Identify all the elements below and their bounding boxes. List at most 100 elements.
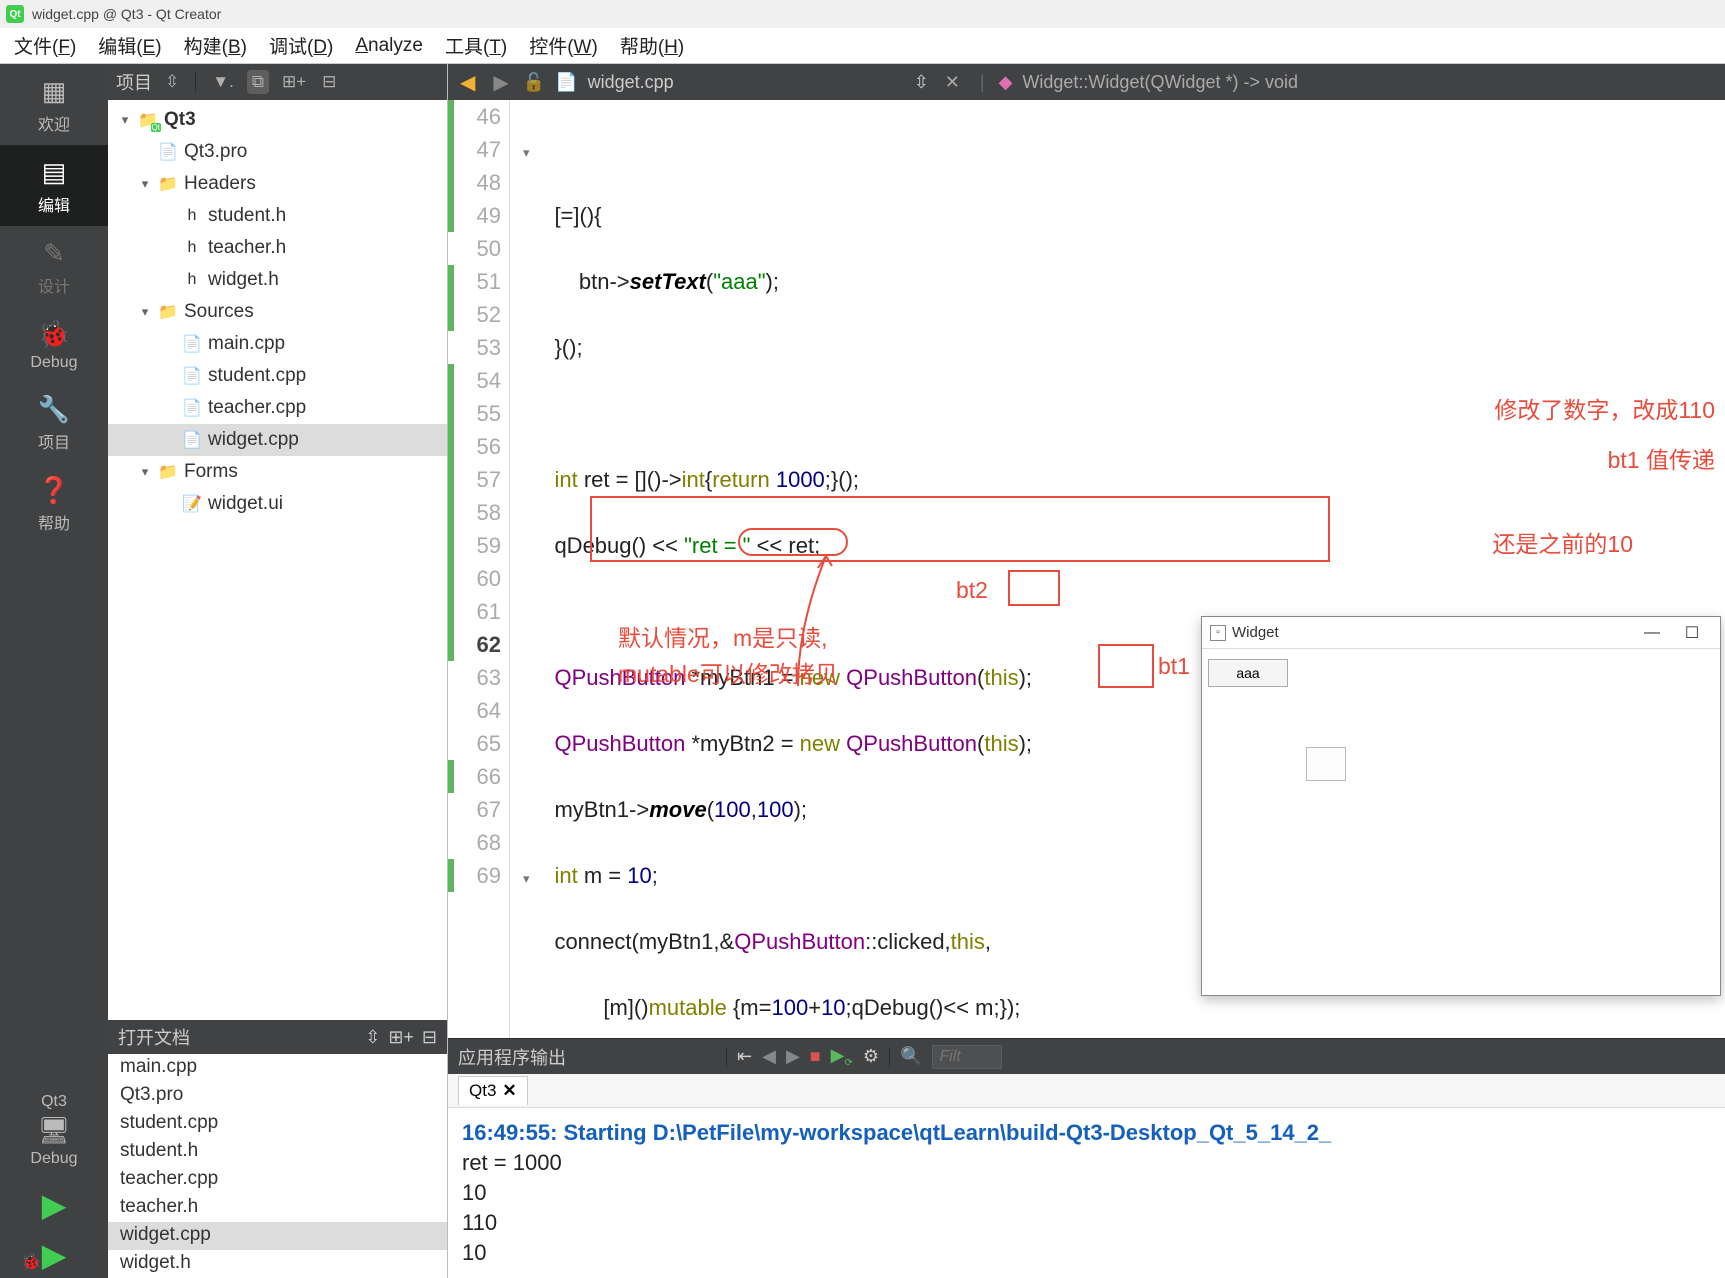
- doc-item-current[interactable]: widget.cpp: [108, 1222, 447, 1250]
- app-window-titlebar[interactable]: ▫ Widget — ☐: [1202, 617, 1720, 649]
- menu-debug[interactable]: 调试(D): [269, 32, 333, 59]
- close-icon[interactable]: ✕: [939, 72, 966, 93]
- cpp-file-icon: 📄: [182, 366, 202, 386]
- wrench-icon: 🔧: [0, 394, 108, 425]
- tree-file[interactable]: ·📄teacher.cpp: [108, 392, 447, 424]
- edit-icon: ▤: [0, 157, 108, 188]
- output-title: 应用程序输出: [458, 1044, 566, 1070]
- h-file-icon: h: [182, 271, 202, 289]
- tree-file[interactable]: ·📄main.cpp: [108, 328, 447, 360]
- next-icon[interactable]: ▶: [786, 1046, 800, 1067]
- tree-headers[interactable]: ▾📁Headers: [108, 168, 447, 200]
- menu-widgets[interactable]: 控件(W): [529, 32, 598, 59]
- nav-forward-icon[interactable]: ▶: [489, 70, 512, 95]
- menu-help[interactable]: 帮助(H): [620, 32, 684, 59]
- mode-welcome[interactable]: ▦欢迎: [0, 64, 108, 145]
- tree-sources[interactable]: ▾📁Sources: [108, 296, 447, 328]
- doc-item[interactable]: main.cpp: [108, 1054, 447, 1082]
- menu-edit[interactable]: 编辑(E): [98, 32, 161, 59]
- output-line: 10: [462, 1238, 1711, 1268]
- question-icon: ❓: [0, 475, 108, 506]
- maximize-icon[interactable]: ☐: [1672, 623, 1712, 643]
- menu-analyze[interactable]: Analyze: [355, 35, 423, 57]
- doc-item[interactable]: student.h: [108, 1138, 447, 1166]
- mode-help[interactable]: ❓帮助: [0, 463, 108, 544]
- dropdown-icon[interactable]: ⇳: [365, 1027, 380, 1048]
- mode-projects[interactable]: 🔧项目: [0, 382, 108, 463]
- rerun-icon[interactable]: ▶⟳: [831, 1045, 853, 1069]
- close-pane-icon[interactable]: ⊟: [422, 1027, 437, 1048]
- cpp-file-icon: 📄: [182, 430, 202, 450]
- filter-icon[interactable]: ▼.: [209, 72, 237, 92]
- editor-filename[interactable]: widget.cpp: [588, 72, 674, 93]
- tree-file[interactable]: ·hstudent.h: [108, 200, 447, 232]
- run-button[interactable]: ▶: [42, 1178, 67, 1232]
- output-tab[interactable]: Qt3✕: [458, 1076, 528, 1105]
- mode-sidebar: ▦欢迎 ▤编辑 ✎设计 🐞Debug 🔧项目 ❓帮助 Qt3🖥Debug ▶ ▶…: [0, 64, 108, 1278]
- debug-run-button[interactable]: ▶🐞: [42, 1232, 67, 1278]
- doc-item[interactable]: student.cpp: [108, 1110, 447, 1138]
- mode-design[interactable]: ✎设计: [0, 226, 108, 307]
- split-icon[interactable]: ⊞+: [279, 72, 309, 92]
- output-line: 16:49:55: Starting D:\PetFile\my-workspa…: [462, 1118, 1711, 1148]
- folder-icon: 📁: [158, 174, 178, 194]
- file-dropdown-icon[interactable]: 📄: [555, 72, 577, 93]
- dropdown-icon[interactable]: ⇳: [914, 72, 929, 93]
- stop-icon[interactable]: ■: [810, 1046, 821, 1067]
- prev-icon[interactable]: ◀: [762, 1046, 776, 1067]
- folder-icon: 📁: [158, 302, 178, 322]
- tree-file[interactable]: ·📄student.cpp: [108, 360, 447, 392]
- step-icon[interactable]: ⇤: [737, 1046, 752, 1067]
- kit-selector[interactable]: Qt3🖥Debug: [0, 1081, 108, 1178]
- monitor-icon: 🖥: [0, 1115, 108, 1146]
- tree-file[interactable]: ·hteacher.h: [108, 232, 447, 264]
- push-button-blank[interactable]: [1306, 747, 1346, 781]
- menu-file[interactable]: 文件(F): [14, 32, 76, 59]
- search-icon: 🔍: [900, 1046, 922, 1067]
- output-tabs: Qt3✕: [448, 1074, 1725, 1108]
- split-icon[interactable]: ⊞+: [388, 1027, 414, 1048]
- open-docs-header: 打开文档 ⇳ ⊞+ ⊟: [108, 1020, 447, 1054]
- lock-icon[interactable]: 🔓: [523, 72, 545, 93]
- tree-forms[interactable]: ▾📁Forms: [108, 456, 447, 488]
- project-sidebar: 项目 ⇳ ▼. ⧉ ⊞+ ⊟ ▾📁QtQt3 ·📄Qt3.pro ▾📁Heade…: [108, 64, 448, 1278]
- cpp-file-icon: 📄: [182, 398, 202, 418]
- mode-edit[interactable]: ▤编辑: [0, 145, 108, 226]
- tree-root[interactable]: ▾📁QtQt3: [108, 104, 447, 136]
- folder-icon: 📁Qt: [138, 110, 158, 130]
- output-console[interactable]: 16:49:55: Starting D:\PetFile\my-workspa…: [448, 1108, 1725, 1278]
- close-pane-icon[interactable]: ⊟: [319, 72, 339, 92]
- close-icon[interactable]: ✕: [502, 1081, 516, 1101]
- editor-header: ◀ ▶ 🔓 📄 widget.cpp ⇳ ✕ | ◆ Widget::Widge…: [448, 64, 1725, 100]
- gear-icon[interactable]: ⚙: [863, 1046, 879, 1067]
- link-icon[interactable]: ⧉: [247, 70, 269, 94]
- doc-item[interactable]: teacher.h: [108, 1194, 447, 1222]
- dropdown-icon[interactable]: ⇳: [162, 72, 182, 92]
- app-window-widget[interactable]: ▫ Widget — ☐ aaa: [1201, 616, 1721, 996]
- tree-file-current[interactable]: ·📄widget.cpp: [108, 424, 447, 456]
- grid-icon: ▦: [0, 76, 108, 107]
- tree-pro-file[interactable]: ·📄Qt3.pro: [108, 136, 447, 168]
- menu-build[interactable]: 构建(B): [184, 32, 247, 59]
- open-docs-list[interactable]: main.cpp Qt3.pro student.cpp student.h t…: [108, 1054, 447, 1278]
- mode-debug[interactable]: 🐞Debug: [0, 307, 108, 382]
- tree-file[interactable]: ·📝widget.ui: [108, 488, 447, 520]
- doc-item[interactable]: Qt3.pro: [108, 1082, 447, 1110]
- tree-file[interactable]: ·hwidget.h: [108, 264, 447, 296]
- filter-input[interactable]: [932, 1045, 1002, 1069]
- menu-bar: 文件(F) 编辑(E) 构建(B) 调试(D) Analyze 工具(T) 控件…: [0, 28, 1725, 64]
- push-button-aaa[interactable]: aaa: [1208, 659, 1288, 687]
- output-line: 10: [462, 1178, 1711, 1208]
- doc-item[interactable]: widget.h: [108, 1250, 447, 1278]
- doc-item[interactable]: teacher.cpp: [108, 1166, 447, 1194]
- menu-tools[interactable]: 工具(T): [445, 32, 507, 59]
- folder-icon: 📁: [158, 462, 178, 482]
- line-gutter[interactable]: 46 47 48 49 50 51 52 53 54 55 56 57 58 5…: [448, 100, 510, 1038]
- app-window-title: Widget: [1232, 624, 1279, 641]
- nav-back-icon[interactable]: ◀: [456, 70, 479, 95]
- project-view-label[interactable]: 项目: [116, 69, 152, 95]
- project-tree[interactable]: ▾📁QtQt3 ·📄Qt3.pro ▾📁Headers ·hstudent.h …: [108, 100, 447, 1020]
- output-header: 应用程序输出 ⇤ ◀ ▶ ■ ▶⟳ ⚙ 🔍: [448, 1038, 1725, 1074]
- minimize-icon[interactable]: —: [1632, 624, 1672, 642]
- symbol-breadcrumb[interactable]: Widget::Widget(QWidget *) -> void: [1022, 72, 1298, 93]
